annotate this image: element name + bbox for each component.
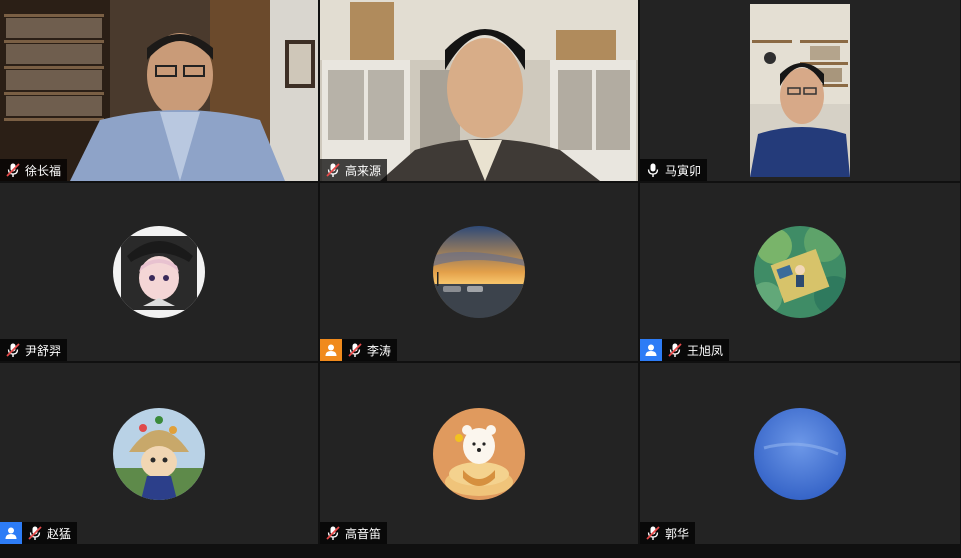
participant-video-2 [320,0,638,181]
blue-sky-avatar-image [754,407,846,500]
participant-video-3 [640,0,960,181]
participant-name: 徐长福 [25,163,62,178]
participant-tile-5[interactable]: 李涛 [320,183,638,361]
person-badge [640,339,662,361]
mic-muted-icon [668,343,682,357]
participant-namebar-8: 高音笛 [320,522,388,544]
participant-namebar-7: 赵猛 [0,522,78,544]
participant-name: 李涛 [367,343,392,358]
participant-tile-9[interactable]: 郭华 [640,363,960,544]
mic-muted-icon [326,526,340,540]
participant-nametag-1: 徐长福 [0,159,68,181]
mic-muted-icon [28,526,42,540]
participant-video-1 [0,0,318,181]
avatar [754,226,846,318]
participant-namebar-5: 李涛 [320,339,398,361]
participant-nametag-3: 马寅卯 [640,159,708,181]
sunset-avatar-image [433,226,525,318]
mic-muted-icon [326,163,340,177]
participant-nametag-2: 高来源 [320,159,388,181]
person-badge [320,339,342,361]
participant-namebar-3: 马寅卯 [640,159,708,181]
participant-nametag-7: 赵猛 [22,522,78,544]
person-badge [0,522,22,544]
participant-nametag-5: 李涛 [342,339,398,361]
participant-tile-8[interactable]: 高音笛 [320,363,638,544]
avatar [433,226,525,318]
participant-nametag-6: 王旭凤 [662,339,730,361]
bear-pancake-avatar-image [433,407,525,500]
avatar [754,407,846,500]
participant-namebar-9: 郭华 [640,522,696,544]
mic-muted-icon [6,163,20,177]
participant-name: 尹舒羿 [25,343,62,358]
participant-namebar-6: 王旭凤 [640,339,730,361]
participant-tile-1[interactable]: 徐长福 [0,0,318,181]
mic-on-icon [647,163,659,177]
forest-illustration-avatar-image [754,226,846,318]
doll-avatar-image [113,407,205,500]
participant-name: 王旭凤 [687,343,724,358]
person-icon [5,527,17,539]
participant-namebar-2: 高来源 [320,159,388,181]
participant-nametag-8: 高音笛 [320,522,388,544]
participant-tile-6[interactable]: 王旭凤 [640,183,960,361]
anime-avatar-image [113,226,205,318]
participant-name: 马寅卯 [665,163,702,178]
mic-muted-icon [348,343,362,357]
video-grid: 徐长福 高来源 马寅卯 尹舒羿 李涛 王旭凤 赵猛 高音笛 郭华 [0,0,961,544]
participant-tile-3-active-speaker[interactable]: 马寅卯 [640,0,960,181]
participant-nametag-4: 尹舒羿 [0,339,68,361]
participant-namebar-1: 徐长福 [0,159,68,181]
participant-nametag-9: 郭华 [640,522,696,544]
participant-name: 郭华 [665,526,690,541]
participant-name: 高来源 [345,163,382,178]
avatar [433,407,525,500]
participant-name: 赵猛 [47,526,72,541]
avatar [113,226,205,318]
participant-tile-2[interactable]: 高来源 [320,0,638,181]
participant-name: 高音笛 [345,526,382,541]
participant-namebar-4: 尹舒羿 [0,339,68,361]
participant-tile-4[interactable]: 尹舒羿 [0,183,318,361]
mic-muted-icon [6,343,20,357]
avatar [113,407,205,500]
mic-muted-icon [646,526,660,540]
participant-tile-7[interactable]: 赵猛 [0,363,318,544]
person-icon [645,344,657,356]
person-icon [325,344,337,356]
